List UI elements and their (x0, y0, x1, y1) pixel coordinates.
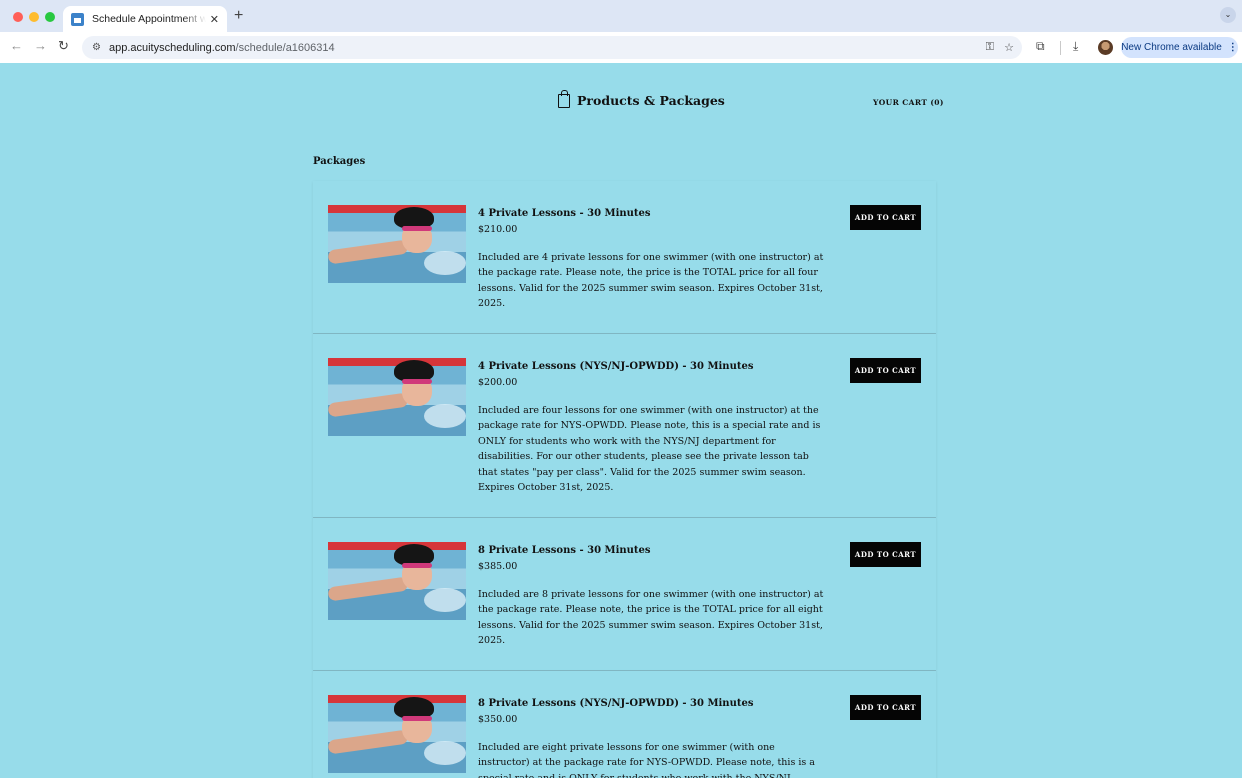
browser-chrome: Schedule Appointment with S ✕ + ⌄ ← → ↻ … (0, 0, 1242, 63)
url-path: /schedule/a1606314 (235, 41, 335, 54)
add-to-cart-button[interactable]: ADD TO CART (850, 358, 921, 383)
package-name: 4 Private Lessons - 30 Minutes (478, 208, 651, 219)
chrome-update-button[interactable]: New Chrome available ⋮ (1121, 37, 1238, 58)
url-host: app.acuityscheduling.com (108, 41, 236, 54)
package-info: 4 Private Lessons (NYS/NJ-OPWDD) - 30 Mi… (478, 360, 828, 495)
reload-icon[interactable]: ↻ (58, 38, 69, 54)
add-to-cart-button[interactable]: ADD TO CART (850, 542, 921, 567)
package-price: $385.00 (478, 561, 518, 572)
profile-avatar[interactable] (1098, 40, 1113, 55)
package-price: $210.00 (478, 224, 518, 235)
package-info: 8 Private Lessons - 30 Minutes $385.00 I… (478, 544, 828, 649)
package-info: 4 Private Lessons - 30 Minutes $210.00 I… (478, 207, 828, 312)
site-settings-icon[interactable]: ⚙ (92, 42, 101, 53)
package-description: Included are 4 private lessons for one s… (478, 252, 824, 310)
swimmer-photo (328, 358, 466, 436)
swimmer-photo (328, 205, 466, 283)
browser-tab[interactable]: Schedule Appointment with S ✕ (63, 6, 227, 32)
package-price: $200.00 (478, 377, 518, 388)
package-name: 8 Private Lessons (NYS/NJ-OPWDD) - 30 Mi… (478, 698, 754, 709)
extensions-puzzle-icon[interactable]: ⧉ (1036, 39, 1045, 54)
download-icon[interactable]: ⤓ (1073, 39, 1078, 54)
bookmark-star-icon[interactable]: ☆ (1004, 41, 1014, 54)
package-card: 4 Private Lessons - 30 Minutes $210.00 I… (313, 181, 936, 334)
tab-search-chevron-icon[interactable]: ⌄ (1220, 7, 1236, 23)
swimmer-photo (328, 542, 466, 620)
zoom-window-button[interactable] (45, 12, 55, 22)
section-title: Packages (313, 156, 366, 167)
update-label: New Chrome available (1121, 42, 1222, 53)
your-cart-link[interactable]: YOUR CART (0) (873, 98, 944, 107)
toolbar-divider (1060, 41, 1061, 55)
package-name: 4 Private Lessons (NYS/NJ-OPWDD) - 30 Mi… (478, 361, 754, 372)
tab-strip: Schedule Appointment with S ✕ + ⌄ (0, 0, 1242, 32)
package-description: Included are four lessons for one swimme… (478, 405, 821, 494)
minimize-window-button[interactable] (29, 12, 39, 22)
forward-arrow-icon[interactable]: → (34, 38, 47, 53)
shopping-bag-icon (558, 89, 570, 108)
package-card: 8 Private Lessons (NYS/NJ-OPWDD) - 30 Mi… (313, 671, 936, 778)
page-header: Products & Packages (558, 89, 725, 108)
package-price: $350.00 (478, 714, 518, 725)
close-tab-icon[interactable]: ✕ (210, 13, 219, 26)
package-description: Included are 8 private lessons for one s… (478, 589, 824, 647)
package-card: 4 Private Lessons (NYS/NJ-OPWDD) - 30 Mi… (313, 334, 936, 518)
address-bar[interactable]: ⚙ app.acuityscheduling.com/schedule/a160… (82, 36, 1022, 59)
password-key-icon[interactable]: ⚿ (986, 41, 994, 54)
add-to-cart-button[interactable]: ADD TO CART (850, 695, 921, 720)
kebab-menu-icon: ⋮ (1227, 42, 1238, 53)
calendar-favicon-icon (71, 12, 84, 26)
back-arrow-icon[interactable]: ← (10, 38, 23, 53)
swimmer-photo (328, 695, 466, 773)
package-list: 4 Private Lessons - 30 Minutes $210.00 I… (313, 181, 936, 778)
tab-title: Schedule Appointment with S (92, 13, 206, 25)
browser-toolbar: ← → ↻ ⚙ app.acuityscheduling.com/schedul… (0, 32, 1242, 63)
close-window-button[interactable] (13, 12, 23, 22)
package-card: 8 Private Lessons - 30 Minutes $385.00 I… (313, 518, 936, 671)
new-tab-button[interactable]: + (234, 7, 243, 25)
add-to-cart-button[interactable]: ADD TO CART (850, 205, 921, 230)
url-text: app.acuityscheduling.com/schedule/a16063… (109, 42, 335, 54)
page-title: Products & Packages (577, 93, 725, 108)
page-content: Products & Packages YOUR CART (0) Packag… (0, 63, 1242, 778)
package-name: 8 Private Lessons - 30 Minutes (478, 545, 651, 556)
package-description: Included are eight private lessons for o… (478, 742, 815, 778)
package-info: 8 Private Lessons (NYS/NJ-OPWDD) - 30 Mi… (478, 697, 828, 778)
